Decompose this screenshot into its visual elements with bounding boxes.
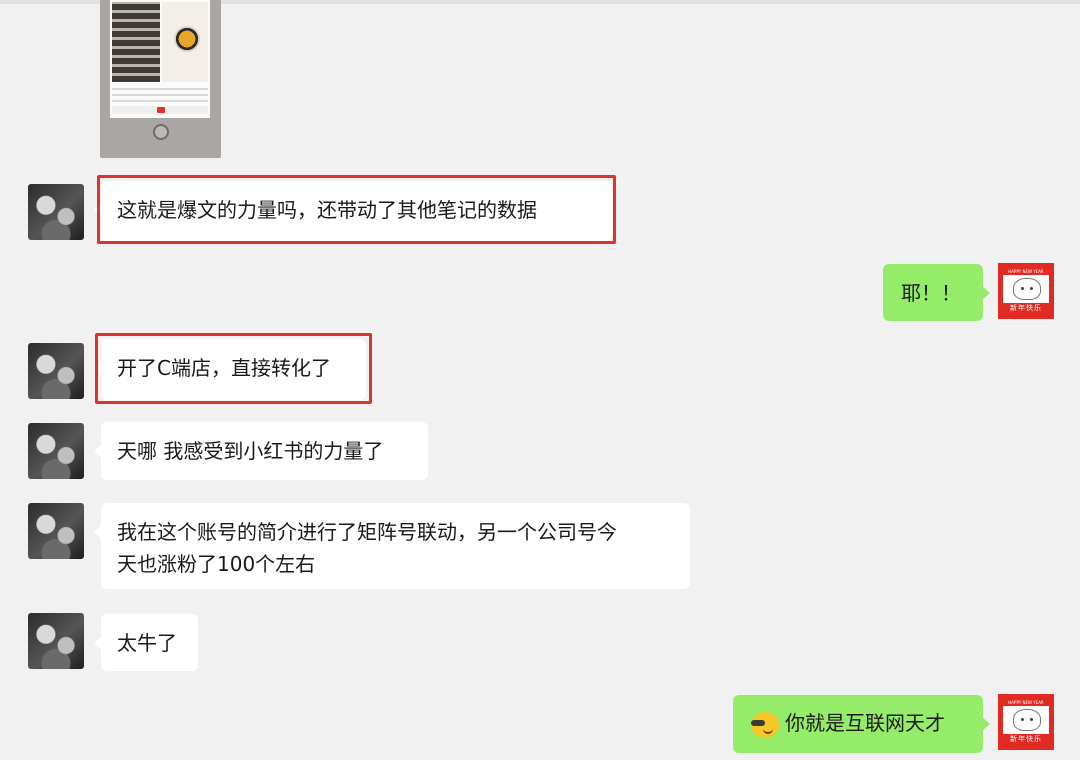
message-text: 太牛了	[117, 631, 177, 655]
message-text: 耶！！	[901, 281, 961, 305]
phone-screenshot-image[interactable]	[100, 0, 221, 158]
message-text: 天哪 我感受到小红书的力量了	[117, 439, 384, 463]
contact-avatar[interactable]	[28, 503, 84, 559]
photo-publish-button	[157, 107, 165, 113]
avatar-banner: 新年快乐	[1003, 303, 1049, 314]
contact-avatar[interactable]	[28, 613, 84, 669]
message-bubble[interactable]: 天哪 我感受到小红书的力量了	[94, 422, 428, 480]
message-text: 这就是爆文的力量吗，还带动了其他笔记的数据	[117, 198, 537, 222]
avatar-banner: 新年快乐	[1003, 734, 1049, 745]
message-bubble[interactable]: 这就是爆文的力量吗，还带动了其他笔记的数据	[94, 181, 612, 241]
photo-grid-thumbnail	[112, 2, 160, 82]
my-avatar[interactable]: HAPPY NEW YEAR 新年快乐	[998, 263, 1054, 319]
photo-text-lines	[112, 86, 208, 102]
message-bubble[interactable]: 开了C端店，直接转化了	[94, 339, 366, 400]
avatar-caption-top: HAPPY NEW YEAR	[1003, 268, 1049, 275]
message-text: 开了C端店，直接转化了	[117, 356, 331, 380]
message-bubble[interactable]: 我在这个账号的简介进行了矩阵号联动，另一个公司号今 天也涨粉了100个左右	[94, 503, 690, 589]
my-avatar[interactable]: HAPPY NEW YEAR 新年快乐	[998, 694, 1054, 750]
contact-avatar[interactable]	[28, 343, 84, 399]
cat-face-icon	[1013, 709, 1041, 731]
phone-home-button	[153, 124, 169, 140]
message-text-line: 天也涨粉了100个左右	[117, 552, 316, 576]
contact-avatar[interactable]	[28, 423, 84, 479]
message-bubble[interactable]: 太牛了	[94, 614, 198, 671]
sunglasses-emoji-icon	[749, 708, 783, 742]
avatar-caption-top: HAPPY NEW YEAR	[1003, 699, 1049, 706]
message-text-line: 我在这个账号的简介进行了矩阵号联动，另一个公司号今	[117, 520, 617, 544]
my-message-bubble[interactable]: 耶！！	[883, 264, 990, 321]
message-text: 你就是互联网天才	[785, 711, 945, 735]
contact-avatar[interactable]	[28, 184, 84, 240]
phone-screen	[110, 0, 210, 118]
my-message-bubble[interactable]: 你就是互联网天才	[733, 695, 990, 753]
food-bowl-graphic	[174, 26, 200, 52]
cat-face-icon	[1013, 278, 1041, 300]
